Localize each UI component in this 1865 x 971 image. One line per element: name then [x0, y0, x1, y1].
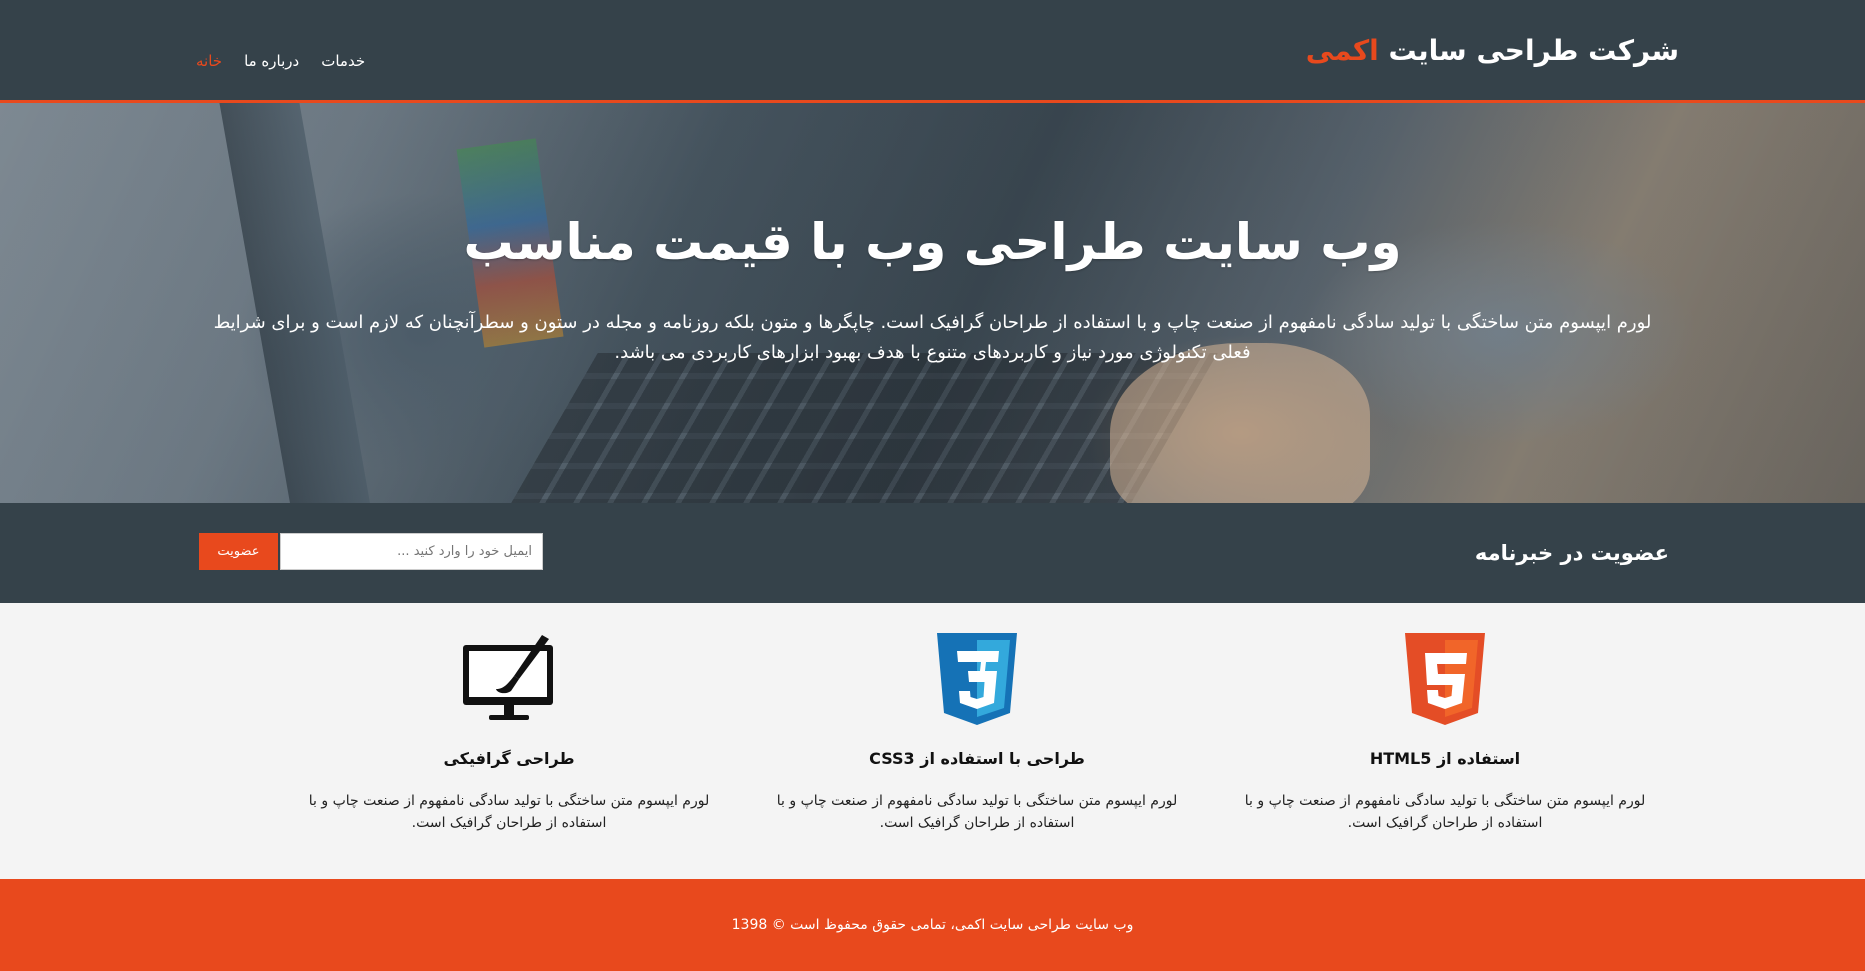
newsletter-form: عضویت: [199, 533, 543, 570]
feature-title-graphic: طراحی گرافیکی: [443, 749, 575, 768]
nav-item-about[interactable]: درباره ما: [244, 52, 299, 70]
main-nav: خانه درباره ما خدمات: [196, 52, 387, 70]
hero-title: وب سایت طراحی وب با قیمت مناسب: [463, 213, 1402, 271]
hero-background-laptop: [214, 103, 386, 503]
feature-text-css3: لورم ایپسوم متن ساختگی با تولید سادگی نا…: [776, 793, 1178, 831]
newsletter-title: عضویت در خبرنامه: [1474, 541, 1669, 565]
feature-title-css3: طراحی با استفاده از CSS3: [869, 749, 1085, 768]
site-header: شرکت طراحی سایت اکمی خانه درباره ما خدما…: [0, 0, 1865, 103]
feature-text-graphic: لورم ایپسوم متن ساختگی با تولید سادگی نا…: [308, 793, 710, 831]
newsletter-section: عضویت در خبرنامه عضویت: [0, 503, 1865, 603]
nav-item-home[interactable]: خانه: [196, 52, 222, 70]
html5-icon: [1405, 633, 1485, 725]
feature-title-html5: استفاده از HTML5: [1369, 749, 1521, 768]
hero-text: لورم ایپسوم متن ساختگی با تولید سادگی نا…: [213, 312, 1652, 363]
css3-icon: [937, 633, 1017, 725]
feature-text-html5: لورم ایپسوم متن ساختگی با تولید سادگی نا…: [1244, 793, 1646, 831]
brand-name: شرکت طراحی سایت: [1388, 34, 1679, 67]
site-footer: وب سایت طراحی سایت اکمی، تمامی حقوق محفو…: [0, 879, 1865, 971]
footer-copyright: وب سایت طراحی سایت اکمی، تمامی حقوق محفو…: [731, 917, 1134, 933]
hero-background-keyboard: [482, 353, 1218, 503]
brand-logo[interactable]: شرکت طراحی سایت اکمی: [1306, 34, 1679, 67]
subscribe-button[interactable]: عضویت: [199, 533, 278, 570]
features-section: استفاده از HTML5 لورم ایپسوم متن ساختگی …: [0, 603, 1865, 879]
email-input[interactable]: [280, 533, 543, 570]
hero-showcase: [0, 103, 1865, 503]
brand-name-highlight: اکمی: [1305, 34, 1379, 67]
nav-item-services[interactable]: خدمات: [321, 52, 365, 70]
graphic-design-icon: [463, 635, 553, 720]
